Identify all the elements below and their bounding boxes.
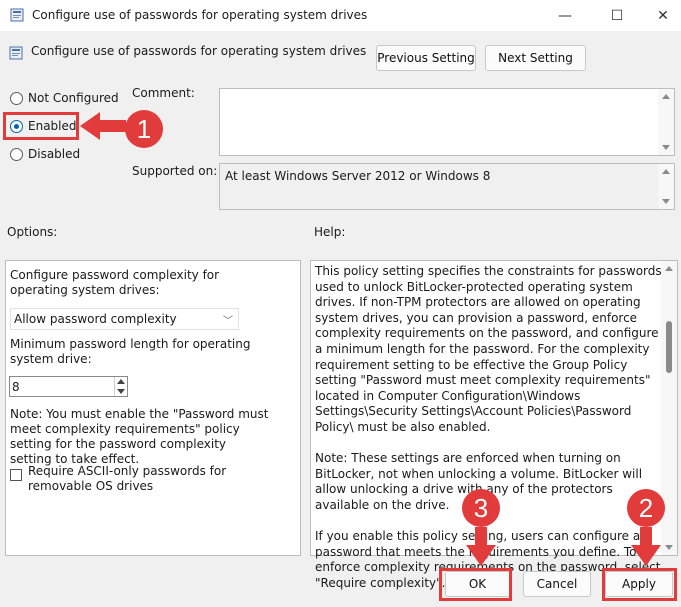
complexity-note: Note: You must enable the "Password must…: [10, 407, 269, 466]
radio-label: Not Configured: [28, 91, 119, 105]
scroll-thumb[interactable]: [666, 321, 672, 373]
apply-highlight: [602, 568, 677, 601]
radio-circle[interactable]: [10, 91, 23, 105]
supported-label: Supported on:: [132, 164, 218, 178]
ascii-only-label: Require ASCII-only passwords for removab…: [28, 464, 227, 493]
ascii-only-checkbox-row[interactable]: Require ASCII-only passwords for removab…: [10, 464, 290, 494]
next-setting-button[interactable]: Next Setting: [485, 45, 586, 71]
help-text: This policy setting specifies the constr…: [315, 264, 663, 607]
supported-value: At least Windows Server 2012 or Windows …: [225, 169, 491, 183]
stepper-up-icon[interactable]: [117, 379, 125, 384]
options-panel: Configure password complexity for operat…: [5, 260, 301, 556]
options-label: Options:: [7, 225, 58, 239]
step3-badge: 3: [462, 489, 500, 527]
help-paragraph: This policy setting specifies the constr…: [315, 264, 662, 434]
min-length-stepper[interactable]: 8: [9, 376, 128, 397]
step1-badge: 1: [125, 110, 163, 148]
ascii-only-checkbox[interactable]: [10, 469, 22, 481]
previous-setting-button[interactable]: Previous Setting: [376, 45, 476, 71]
policy-window-icon: [10, 8, 24, 22]
stepper-down-icon[interactable]: [117, 389, 125, 394]
window-title: Configure use of passwords for operating…: [32, 8, 368, 22]
step2-badge: 2: [627, 489, 665, 527]
ok-highlight: [439, 568, 512, 601]
minimize-button[interactable]: —: [542, 0, 588, 31]
comment-label: Comment:: [132, 86, 195, 100]
radio-circle[interactable]: [10, 147, 23, 161]
radio-disabled[interactable]: Disabled: [10, 147, 80, 161]
chevron-down-icon: ﹀: [223, 316, 233, 327]
step1-arrow-icon: [80, 112, 126, 140]
min-length-label: Minimum password length for operating sy…: [10, 337, 251, 366]
maximize-button[interactable]: ☐: [594, 0, 640, 31]
enabled-highlight: [3, 112, 79, 140]
help-label: Help:: [314, 225, 346, 239]
policy-setting-icon: [9, 46, 23, 60]
title-bar: Configure use of passwords for operating…: [0, 0, 681, 31]
min-length-value: 8: [12, 379, 20, 394]
scroll-down-icon[interactable]: [665, 545, 673, 550]
cancel-button[interactable]: Cancel: [523, 571, 591, 597]
scroll-down-icon[interactable]: [662, 145, 670, 150]
comment-field[interactable]: [219, 88, 675, 156]
scroll-up-icon[interactable]: [665, 266, 673, 271]
scroll-up-icon[interactable]: [662, 94, 670, 99]
complexity-label: Configure password complexity for operat…: [10, 268, 220, 297]
complexity-select[interactable]: Allow password complexity ﹀: [10, 308, 239, 330]
complexity-value: Allow password complexity: [14, 312, 177, 326]
close-button[interactable]: ✕: [640, 0, 681, 31]
radio-label: Disabled: [28, 147, 81, 161]
stepper-buttons[interactable]: [114, 377, 127, 396]
scroll-down-icon[interactable]: [662, 199, 670, 204]
policy-title: Configure use of passwords for operating…: [31, 44, 367, 58]
comment-scrollbar[interactable]: [658, 89, 674, 155]
scroll-up-icon[interactable]: [662, 169, 670, 174]
radio-not-configured[interactable]: Not Configured: [10, 91, 119, 105]
supported-scrollbar[interactable]: [658, 164, 674, 209]
supported-field: At least Windows Server 2012 or Windows …: [219, 163, 675, 210]
